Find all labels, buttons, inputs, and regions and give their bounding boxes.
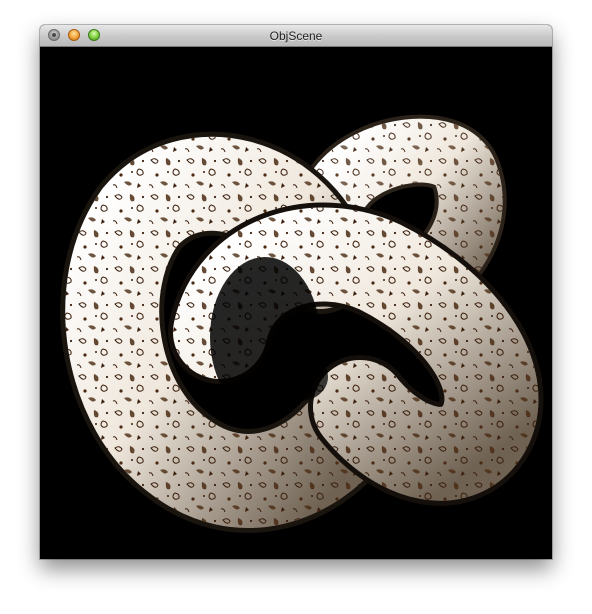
knot-inner-shadow bbox=[272, 353, 328, 401]
app-window: ObjScene bbox=[40, 25, 552, 559]
render-viewport[interactable] bbox=[40, 47, 552, 559]
title-bar[interactable]: ObjScene bbox=[40, 25, 552, 47]
window-title: ObjScene bbox=[269, 29, 323, 43]
knot-render bbox=[60, 114, 544, 533]
